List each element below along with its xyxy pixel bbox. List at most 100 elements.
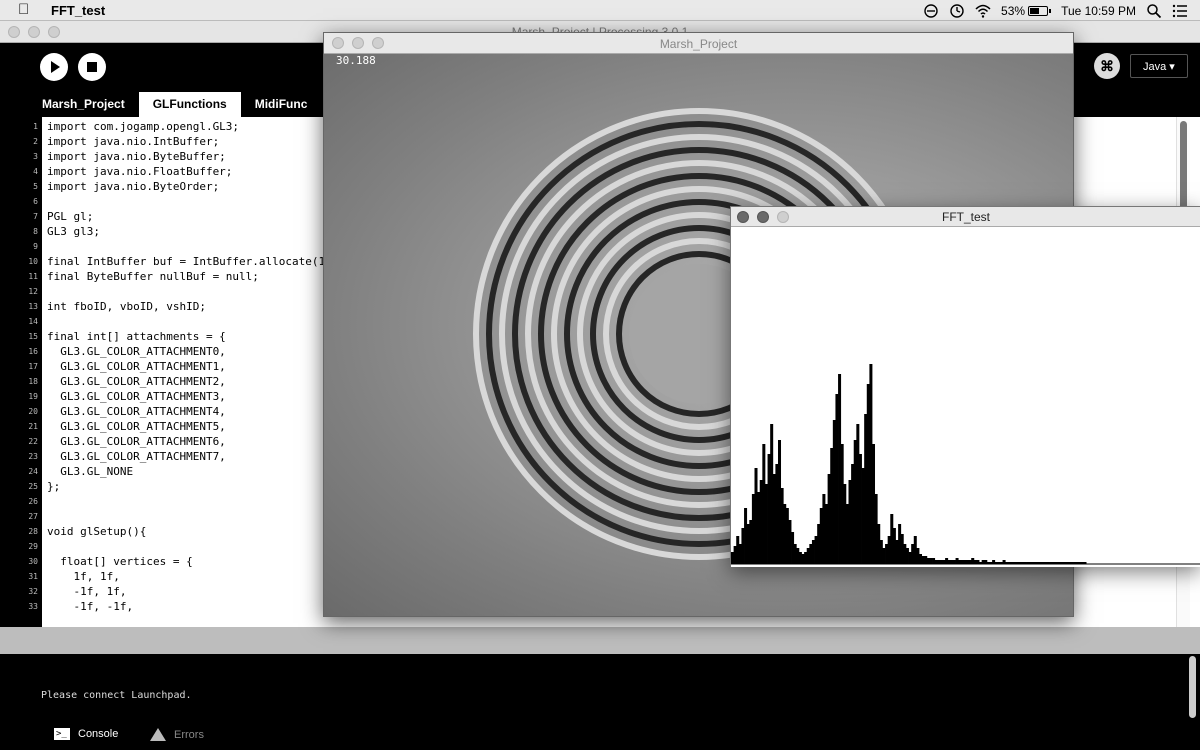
mode-selector[interactable]: Java ▾ bbox=[1130, 54, 1188, 78]
battery-icon bbox=[1028, 5, 1049, 16]
spotlight-search-icon[interactable] bbox=[1146, 3, 1162, 19]
fft-bar bbox=[929, 558, 933, 564]
code-line[interactable]: GL3.GL_COLOR_ATTACHMENT1, bbox=[47, 360, 226, 373]
fft-bar bbox=[796, 548, 800, 564]
fft-bar bbox=[762, 444, 766, 564]
stop-button[interactable] bbox=[78, 53, 106, 81]
line-number: 21 bbox=[28, 422, 38, 431]
fft-bar bbox=[746, 524, 750, 564]
code-line[interactable]: GL3.GL_COLOR_ATTACHMENT4, bbox=[47, 405, 226, 418]
fft-bar bbox=[804, 552, 808, 564]
errors-tab[interactable]: Errors bbox=[150, 728, 204, 741]
wifi-icon[interactable] bbox=[975, 3, 991, 19]
line-number: 14 bbox=[28, 317, 38, 326]
code-line[interactable]: }; bbox=[47, 480, 60, 493]
focus-icon[interactable] bbox=[923, 3, 939, 19]
fft-bar bbox=[877, 524, 881, 564]
fft-bar bbox=[874, 494, 878, 564]
app-menu-name[interactable]: FFT_test bbox=[51, 3, 105, 18]
tab-midifunctions[interactable]: MidiFunc bbox=[241, 92, 322, 117]
code-line[interactable]: -1f, 1f, bbox=[47, 585, 126, 598]
fft-bar bbox=[793, 544, 797, 564]
code-line[interactable]: GL3.GL_COLOR_ATTACHMENT3, bbox=[47, 390, 226, 403]
butterfly-icon: ⌘ bbox=[1100, 58, 1114, 74]
fft-bar bbox=[937, 560, 941, 564]
fft-bar bbox=[757, 492, 761, 564]
fft-bar bbox=[858, 454, 862, 564]
fft-bar bbox=[806, 548, 810, 564]
fft-bar bbox=[791, 532, 795, 564]
fft-bar bbox=[879, 540, 883, 564]
code-line[interactable]: final int[] attachments = { bbox=[47, 330, 226, 343]
tab-marsh-project[interactable]: Marsh_Project bbox=[0, 92, 139, 117]
debug-button[interactable]: ⌘ bbox=[1094, 53, 1120, 79]
fft-bar bbox=[919, 554, 923, 564]
line-number: 9 bbox=[33, 242, 38, 251]
code-line[interactable]: GL3.GL_NONE bbox=[47, 465, 133, 478]
notification-center-icon[interactable] bbox=[1172, 3, 1188, 19]
fft-bar bbox=[913, 536, 917, 564]
console-tab[interactable]: >_ Console bbox=[54, 728, 118, 740]
fft-bar bbox=[924, 556, 928, 564]
fft-bar bbox=[822, 494, 826, 564]
line-number: 32 bbox=[28, 587, 38, 596]
fft-bar bbox=[738, 544, 742, 564]
console-scrollbar[interactable] bbox=[1186, 656, 1198, 718]
code-line[interactable]: import java.nio.ByteOrder; bbox=[47, 180, 219, 193]
fft-bar bbox=[945, 558, 949, 564]
code-line[interactable]: PGL gl; bbox=[47, 210, 93, 223]
time-machine-icon[interactable] bbox=[949, 3, 965, 19]
run-button[interactable] bbox=[40, 53, 68, 81]
code-line[interactable]: GL3.GL_COLOR_ATTACHMENT5, bbox=[47, 420, 226, 433]
code-line[interactable]: import com.jogamp.opengl.GL3; bbox=[47, 120, 239, 133]
code-line[interactable]: int fboID, vboID, vshID; bbox=[47, 300, 206, 313]
fft-bar bbox=[764, 484, 768, 564]
clock[interactable]: Tue 10:59 PM bbox=[1061, 4, 1136, 18]
line-number: 10 bbox=[28, 257, 38, 266]
line-number: 13 bbox=[28, 302, 38, 311]
code-line[interactable]: float[] vertices = { bbox=[47, 555, 192, 568]
fft-bar bbox=[869, 364, 873, 564]
fft-bar bbox=[817, 524, 821, 564]
fft-bar bbox=[885, 544, 889, 564]
code-line[interactable]: final ByteBuffer nullBuf = null; bbox=[47, 270, 259, 283]
code-line[interactable]: -1f, -1f, bbox=[47, 600, 133, 613]
code-line[interactable]: GL3.GL_COLOR_ATTACHMENT2, bbox=[47, 375, 226, 388]
editor-console-divider[interactable] bbox=[0, 627, 1200, 654]
code-line[interactable]: GL3.GL_COLOR_ATTACHMENT0, bbox=[47, 345, 226, 358]
fft-bar bbox=[801, 554, 805, 564]
fft-bar bbox=[981, 560, 985, 564]
code-line[interactable]: GL3 gl3; bbox=[47, 225, 100, 238]
code-line[interactable]: void glSetup(){ bbox=[47, 525, 146, 538]
line-number: 1 bbox=[33, 122, 38, 131]
tab-glfunctions[interactable]: GLFunctions bbox=[138, 92, 241, 117]
code-line[interactable]: GL3.GL_COLOR_ATTACHMENT6, bbox=[47, 435, 226, 448]
line-number: 6 bbox=[33, 197, 38, 206]
console-panel: Please connect Launchpad. bbox=[0, 654, 1200, 720]
sketch-title-bar[interactable]: Marsh_Project bbox=[324, 33, 1073, 54]
fft-bar bbox=[814, 536, 818, 564]
fft-bar bbox=[783, 504, 787, 564]
fft-bar bbox=[809, 544, 813, 564]
code-line[interactable]: GL3.GL_COLOR_ATTACHMENT7, bbox=[47, 450, 226, 463]
apple-menu-icon[interactable]:  bbox=[18, 1, 29, 18]
code-line[interactable]: 1f, 1f, bbox=[47, 570, 119, 583]
fft-bar bbox=[785, 508, 789, 564]
fft-title-bar[interactable]: FFT_test bbox=[731, 207, 1200, 227]
line-number: 8 bbox=[33, 227, 38, 236]
fft-bar bbox=[749, 520, 753, 564]
battery-indicator[interactable]: 53% bbox=[1001, 4, 1052, 18]
code-line[interactable]: final IntBuffer buf = IntBuffer.allocate… bbox=[47, 255, 325, 268]
console-scroll-thumb[interactable] bbox=[1189, 656, 1196, 718]
fft-bar bbox=[950, 560, 954, 564]
code-line[interactable]: import java.nio.ByteBuffer; bbox=[47, 150, 226, 163]
line-number: 26 bbox=[28, 497, 38, 506]
fft-bar bbox=[900, 534, 904, 564]
fft-bar bbox=[968, 560, 972, 564]
fft-bar bbox=[770, 424, 774, 564]
line-number: 24 bbox=[28, 467, 38, 476]
line-number: 2 bbox=[33, 137, 38, 146]
code-line[interactable]: import java.nio.IntBuffer; bbox=[47, 135, 219, 148]
code-line[interactable]: import java.nio.FloatBuffer; bbox=[47, 165, 232, 178]
line-number: 27 bbox=[28, 512, 38, 521]
